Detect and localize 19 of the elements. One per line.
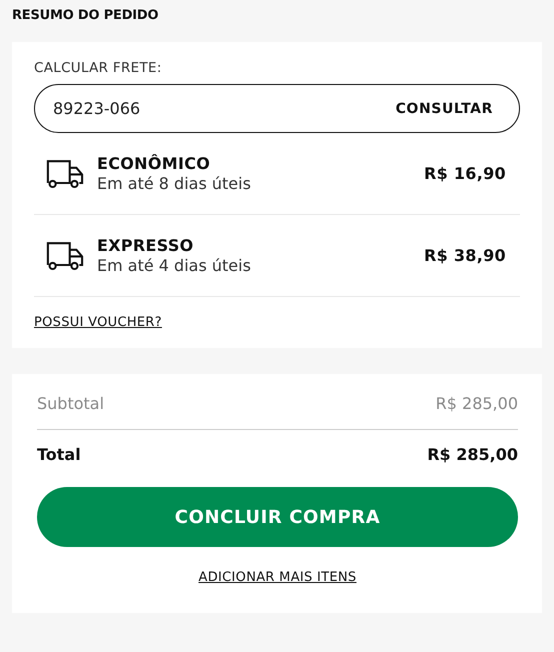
delivery-time: Em até 8 dias úteis: [97, 174, 252, 193]
shipping-name: ECONÔMICO: [97, 154, 212, 173]
shipping-price: R$ 16,90: [424, 164, 506, 183]
total-value: R$ 285,00: [427, 444, 518, 464]
delivery-time: Em até 4 dias úteis: [97, 256, 252, 275]
consult-button[interactable]: CONSULTAR: [396, 100, 493, 116]
subtotal-value: R$ 285,00: [436, 394, 518, 413]
subtotal-label: Subtotal: [37, 394, 104, 413]
field-label: CALCULAR FRETE:: [34, 60, 163, 76]
zip-field[interactable]: 89223-066 CONSULTAR: [34, 84, 520, 133]
truck-icon: [46, 240, 84, 271]
add-more-link[interactable]: ADICIONAR MAIS ITENS: [198, 570, 356, 585]
section-title: RESUMO DO PEDIDO: [12, 8, 160, 25]
shipping-price: R$ 38,90: [424, 246, 506, 265]
checkout-button[interactable]: CONCLUIR COMPRA: [37, 487, 518, 547]
voucher-link[interactable]: POSSUI VOUCHER?: [34, 315, 162, 330]
shipping-name: EXPRESSO: [97, 236, 195, 255]
truck-icon: [46, 158, 84, 189]
total-label: Total: [37, 444, 81, 464]
